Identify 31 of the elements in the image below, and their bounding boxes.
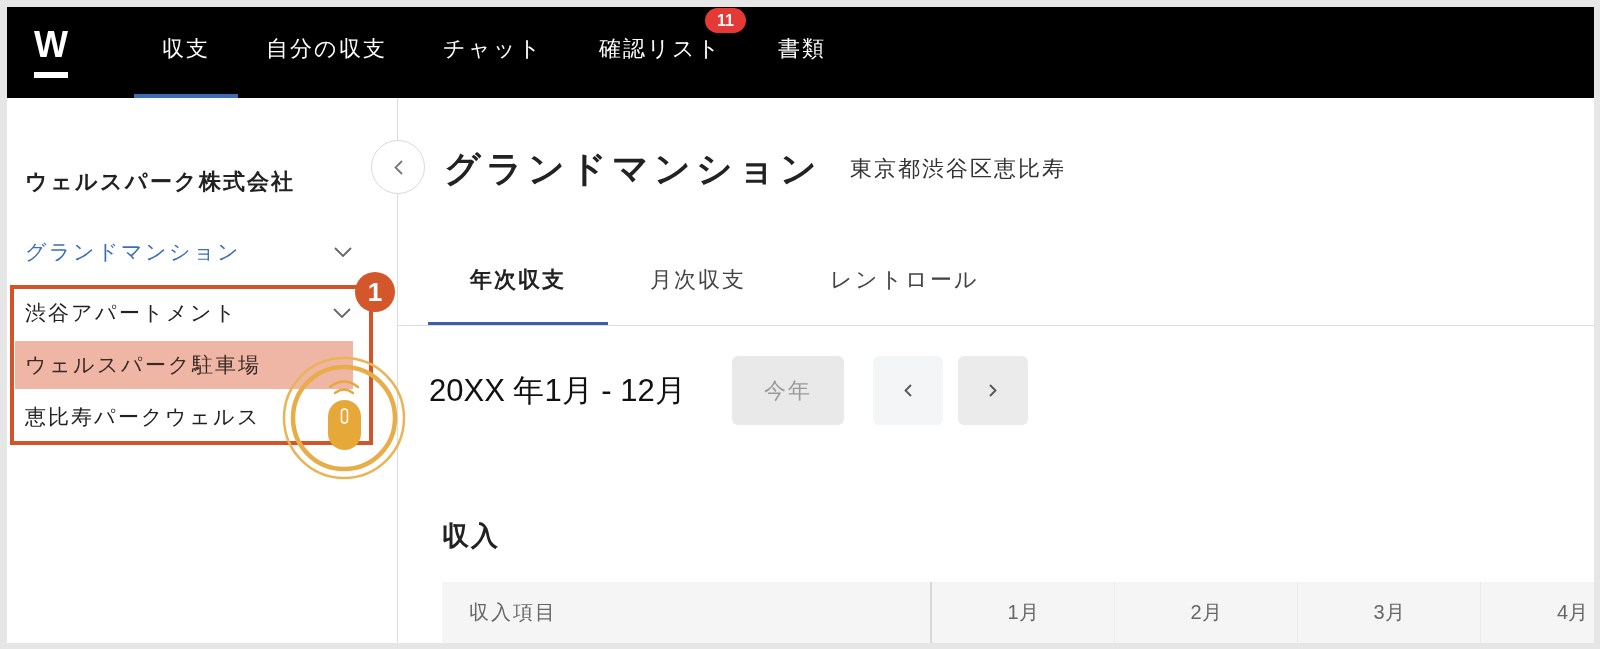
chevron-right-icon	[988, 384, 997, 397]
column-header: 収入項目	[442, 582, 932, 643]
nav-tab[interactable]: 確認リスト 11	[571, 7, 750, 98]
nav-tab[interactable]: 書類	[750, 7, 854, 98]
count-badge: 11	[705, 8, 746, 33]
previous-button[interactable]	[872, 356, 943, 425]
next-button[interactable]	[957, 356, 1028, 425]
sidebar-item[interactable]: ウェルスパーク駐車場	[15, 341, 353, 389]
tab[interactable]: 月次収支	[608, 240, 788, 325]
nav-tab[interactable]: チャット	[415, 7, 571, 98]
step-number-badge: 1	[355, 272, 395, 312]
column-header: 3月	[1298, 582, 1481, 643]
mouse-click-icon	[282, 356, 406, 480]
company-name: ウェルスパーク株式会社	[24, 168, 296, 196]
nav-tab[interactable]: 自分の収支	[238, 7, 415, 98]
period-label: 20XX 年1月 - 12月	[429, 371, 686, 410]
collapse-sidebar-button[interactable]	[371, 140, 425, 194]
column-header: 4月	[1481, 582, 1594, 643]
logo[interactable]: W	[34, 23, 68, 78]
nav-tab[interactable]: 収支	[134, 7, 238, 98]
sidebar-item[interactable]: 渋谷アパートメント	[15, 289, 353, 337]
tab[interactable]: レントロール	[788, 240, 1021, 325]
column-header: 2月	[1115, 582, 1298, 643]
sidebar-item[interactable]: 恵比寿パークウェルス	[15, 393, 265, 441]
column-header: 1月	[932, 582, 1115, 643]
property-title: グランドマンション	[444, 147, 822, 191]
tab[interactable]: 年次収支	[428, 240, 608, 325]
chevron-left-icon	[393, 159, 403, 175]
chevron-left-icon	[903, 384, 912, 397]
section-heading: 収入	[442, 520, 500, 553]
property-address: 東京都渋谷区恵比寿	[850, 155, 1066, 183]
